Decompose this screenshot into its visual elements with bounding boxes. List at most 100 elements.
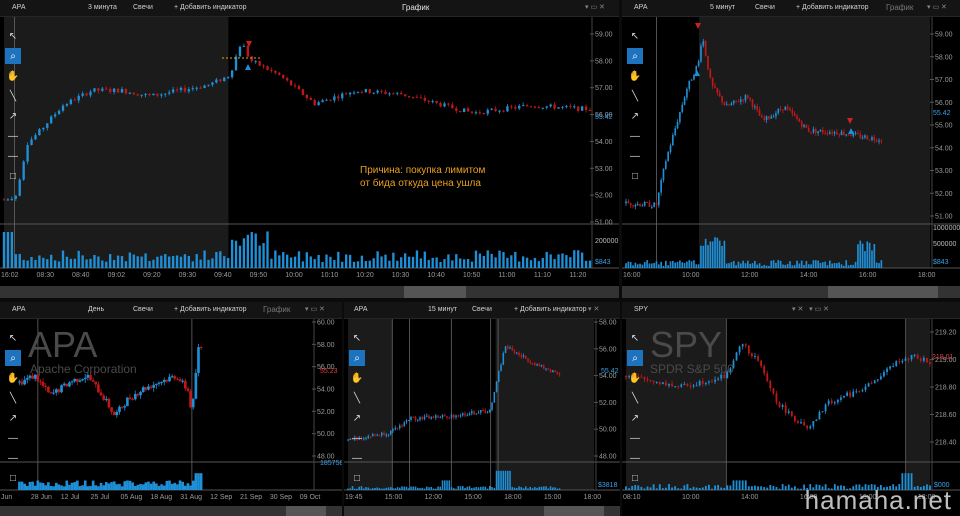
hand-icon[interactable]: ✋ bbox=[627, 370, 643, 386]
time-scrollbar[interactable] bbox=[0, 286, 619, 298]
magnifier-icon[interactable]: ⌕ bbox=[627, 350, 643, 366]
candle-body bbox=[742, 99, 744, 101]
arrow-icon[interactable]: ↗ bbox=[627, 410, 643, 426]
candle-body bbox=[14, 195, 17, 199]
line-icon[interactable]: ╲ bbox=[349, 390, 365, 406]
candle-body bbox=[768, 116, 770, 119]
volume-bar bbox=[711, 241, 714, 268]
candle-body bbox=[549, 369, 552, 373]
hline-icon[interactable]: — bbox=[5, 128, 21, 144]
x-tick-label: 12:00 bbox=[741, 272, 759, 279]
candle-body bbox=[234, 56, 238, 71]
candle-body bbox=[648, 202, 651, 207]
volume-bar bbox=[721, 245, 723, 268]
candle-body bbox=[665, 382, 667, 386]
candle-body bbox=[500, 364, 502, 371]
chart-panel-daily[interactable]: APA День Свечи + Добавить индикатор Граф… bbox=[0, 302, 342, 516]
candle-body bbox=[758, 109, 761, 116]
candle-body bbox=[867, 383, 870, 387]
hline2-icon[interactable]: — bbox=[349, 450, 365, 466]
candle-body bbox=[491, 402, 493, 410]
chart-panel-main[interactable]: APA 3 минута Свечи + Добавить индикатор … bbox=[0, 0, 619, 298]
scrollbar-thumb[interactable] bbox=[404, 286, 466, 298]
volume-bar bbox=[525, 257, 529, 268]
arrow-icon[interactable]: ↗ bbox=[627, 108, 643, 124]
volume-bar bbox=[462, 259, 466, 268]
candle-body bbox=[176, 378, 179, 380]
candlestick-chart[interactable]: 58.0056.0054.0052.0050.0048.0019:45 15:00… bbox=[344, 302, 620, 516]
hline-icon[interactable]: — bbox=[5, 430, 21, 446]
rectangle-icon[interactable]: □ bbox=[5, 470, 21, 486]
candle-body bbox=[536, 364, 538, 366]
line-icon[interactable]: ╲ bbox=[5, 88, 21, 104]
rectangle-icon[interactable]: □ bbox=[627, 470, 643, 486]
cursor-icon[interactable]: ↖ bbox=[5, 330, 21, 346]
cursor-icon[interactable]: ↖ bbox=[349, 330, 365, 346]
candle-body bbox=[403, 94, 407, 96]
hline2-icon[interactable]: — bbox=[5, 450, 21, 466]
hline2-icon[interactable]: — bbox=[627, 148, 643, 164]
arrow-icon[interactable]: ↗ bbox=[5, 410, 21, 426]
volume-bar bbox=[634, 262, 637, 268]
hand-icon[interactable]: ✋ bbox=[5, 68, 21, 84]
candle-body bbox=[778, 402, 781, 407]
volume-bar bbox=[423, 488, 426, 490]
chart-panel-15min[interactable]: APA 15 минут Свечи + Добавить индикатор … bbox=[344, 302, 620, 516]
candle-body bbox=[646, 379, 649, 381]
volume-bar bbox=[432, 488, 435, 490]
line-icon[interactable]: ╲ bbox=[627, 390, 643, 406]
scrollbar-thumb[interactable] bbox=[828, 286, 938, 298]
candlestick-chart[interactable]: 59.0058.0057.0056.0054.0053.0052.0051.00… bbox=[0, 0, 619, 298]
scrollbar-thumb[interactable] bbox=[286, 506, 326, 516]
rectangle-icon[interactable]: □ bbox=[5, 168, 21, 184]
candle-body bbox=[913, 354, 916, 356]
candle-body bbox=[466, 415, 469, 417]
hand-icon[interactable]: ✋ bbox=[627, 68, 643, 84]
candle-body bbox=[556, 371, 559, 374]
candle-body bbox=[128, 92, 132, 94]
candlestick-chart[interactable]: 59.00 58.00 57.00 56.00 55.00 54.00 53.00 52.00… bbox=[622, 0, 960, 298]
candle-body bbox=[735, 352, 738, 361]
arrow-icon[interactable]: ↗ bbox=[349, 410, 365, 426]
candle-body bbox=[168, 92, 171, 94]
candle-body bbox=[520, 355, 523, 357]
magnifier-icon[interactable]: ⌕ bbox=[5, 48, 21, 64]
volume-bar bbox=[394, 488, 397, 490]
volume-bar bbox=[538, 486, 541, 490]
volume-bar bbox=[655, 261, 658, 268]
chart-panel-spy[interactable]: SPY ▾ ✕ ▾ ▭ ✕ 219.20 219.00 218.80 218.60 21… bbox=[622, 302, 960, 516]
volume-bar bbox=[646, 486, 649, 490]
candle-body bbox=[629, 203, 632, 206]
volume-bar bbox=[758, 263, 761, 268]
magnifier-icon[interactable]: ⌕ bbox=[5, 350, 21, 366]
arrow-icon[interactable]: ↗ bbox=[5, 108, 21, 124]
candle-body bbox=[435, 101, 438, 103]
hline-icon[interactable]: — bbox=[627, 430, 643, 446]
hline-icon[interactable]: — bbox=[349, 430, 365, 446]
candle-body bbox=[490, 108, 493, 110]
drawing-toolbar: ↖ ⌕ ✋ ╲ ↗ — — □ bbox=[349, 330, 365, 490]
hline2-icon[interactable]: — bbox=[5, 148, 21, 164]
cursor-icon[interactable]: ↖ bbox=[627, 330, 643, 346]
magnifier-icon[interactable]: ⌕ bbox=[627, 48, 643, 64]
volume-bar bbox=[791, 265, 794, 268]
candle-body bbox=[81, 93, 84, 96]
y-tick-label: 52.00 bbox=[595, 193, 613, 200]
hline-icon[interactable]: — bbox=[627, 128, 643, 144]
scrollbar-thumb[interactable] bbox=[544, 506, 604, 516]
rectangle-icon[interactable]: □ bbox=[627, 168, 643, 184]
line-icon[interactable]: ╲ bbox=[627, 88, 643, 104]
magnifier-icon[interactable]: ⌕ bbox=[349, 350, 365, 366]
chart-panel-5min[interactable]: APA 5 минут Свечи + Добавить индикатор Г… bbox=[622, 0, 960, 298]
candle-body bbox=[910, 355, 913, 360]
cursor-icon[interactable]: ↖ bbox=[5, 28, 21, 44]
hline2-icon[interactable]: — bbox=[627, 450, 643, 466]
volume-bar bbox=[506, 257, 509, 268]
candle-body bbox=[916, 354, 919, 359]
rectangle-icon[interactable]: □ bbox=[349, 470, 365, 486]
cursor-icon[interactable]: ↖ bbox=[627, 28, 643, 44]
x-tick-label: 31 Aug bbox=[180, 494, 202, 501]
hand-icon[interactable]: ✋ bbox=[349, 370, 365, 386]
hand-icon[interactable]: ✋ bbox=[5, 370, 21, 386]
line-icon[interactable]: ╲ bbox=[5, 390, 21, 406]
